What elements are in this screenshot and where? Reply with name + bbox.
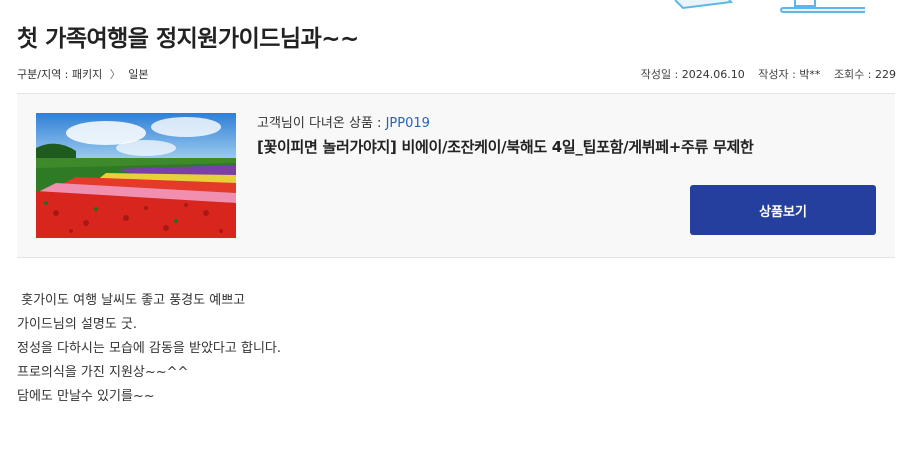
review-content: 홋가이도 여행 날씨도 좋고 풍경도 예쁘고 가이드님의 설명도 굿. 정성을 …	[17, 289, 281, 409]
review-line: 담에도 만날수 있기를~~	[17, 389, 155, 404]
review-line: 프로의식을 가진 지원상~~^^	[17, 365, 189, 380]
post-info: 작성일 : 2024.06.10 작성자 : 박** 조회수 : 229	[631, 66, 896, 82]
post-views: 조회수 : 229	[833, 68, 896, 81]
view-product-button[interactable]: 상품보기	[690, 185, 876, 235]
flower-field-photo-icon	[36, 113, 236, 238]
post-author: 작성자 : 박**	[758, 68, 821, 81]
post-meta: 구분/지역 : 패키지 〉 일본 작성일 : 2024.06.10 작성자 : …	[17, 66, 896, 82]
decorative-illustration-icon	[674, 0, 865, 13]
review-line: 가이드님의 설명도 굿.	[17, 317, 138, 332]
product-ref-label: 고객님이 다녀온 상품 :	[257, 116, 382, 131]
post-date: 작성일 : 2024.06.10	[640, 68, 745, 81]
review-line: 정성을 다하시는 모습에 감동을 받았다고 합니다.	[17, 341, 281, 356]
breadcrumb-separator-icon: 〉	[109, 68, 121, 81]
product-card: 고객님이 다녀온 상품 : JPP019 [꽃이피면 놀러가야지] 비에이/조잔…	[17, 93, 895, 258]
page-title: 첫 가족여행을 정지원가이드님과~~	[17, 26, 359, 52]
product-code: JPP019	[385, 116, 430, 131]
product-image[interactable]	[36, 113, 236, 238]
product-reference: 고객님이 다녀온 상품 : JPP019	[257, 112, 430, 131]
product-name[interactable]: [꽃이피면 놀러가야지] 비에이/조잔케이/북해도 4일_팁포함/게뷔페+주류 …	[257, 136, 754, 157]
review-line: 홋가이도 여행 날씨도 좋고 풍경도 예쁘고	[17, 293, 246, 308]
category-label: 구분/지역 : 패키지	[17, 68, 103, 81]
breadcrumb: 구분/지역 : 패키지 〉 일본	[17, 66, 149, 82]
region-label: 일본	[128, 68, 149, 81]
